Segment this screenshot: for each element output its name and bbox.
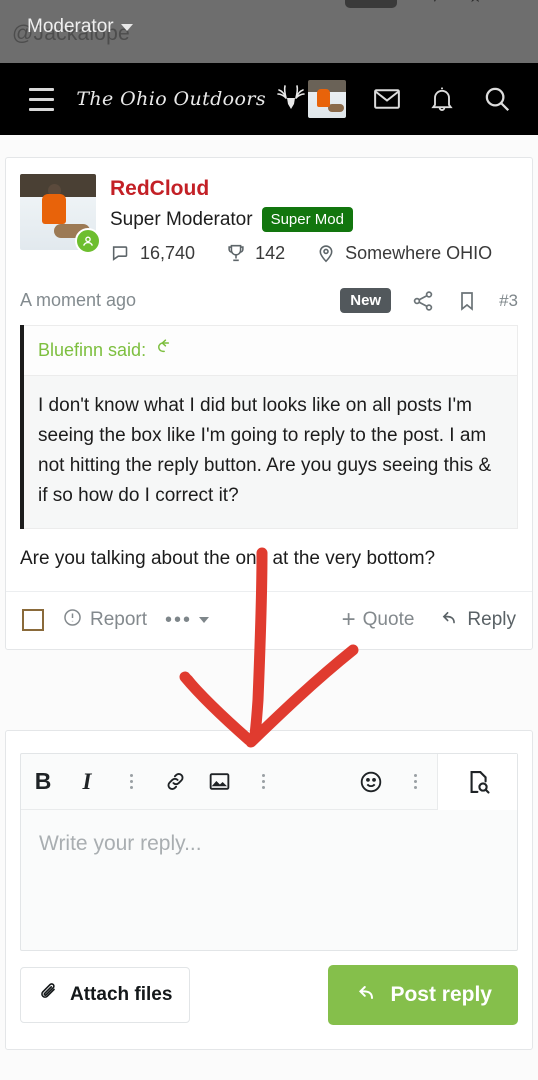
- editor-toolbar: B I: [21, 753, 517, 810]
- site-brand[interactable]: The Ohio Outdoors: [76, 82, 308, 117]
- reactions-count: 142: [255, 242, 286, 263]
- cut-off-heart-icon: ♥: [430, 0, 440, 6]
- site-brand-label: The Ohio Outdoors: [76, 88, 266, 110]
- messages-count: 16,740: [140, 242, 196, 263]
- document-preview-icon[interactable]: [437, 753, 517, 810]
- envelope-icon[interactable]: [372, 84, 402, 114]
- reply-editor: B I Write your reply...: [20, 753, 518, 951]
- post-meta-row: A moment ago New #3: [6, 274, 532, 323]
- warning-circle-icon: [62, 607, 83, 634]
- more-options-icon[interactable]: [393, 774, 437, 789]
- quote-author-label: Bluefinn said:: [38, 340, 147, 360]
- post-author-role: Super Moderator: [110, 208, 253, 230]
- plus-icon: +: [341, 606, 356, 633]
- search-icon[interactable]: [482, 84, 512, 114]
- select-post-checkbox[interactable]: [22, 609, 44, 631]
- quote-button[interactable]: + Quote: [341, 606, 415, 633]
- reply-arrow-icon: [155, 338, 175, 363]
- quote-block: Bluefinn said: I don't know what I did b…: [20, 325, 518, 529]
- cut-off-pill: [345, 0, 397, 8]
- trophy-icon: [225, 242, 247, 264]
- more-text-options-icon[interactable]: [109, 774, 153, 789]
- more-actions-button[interactable]: •••: [165, 609, 210, 631]
- comment-icon: [110, 242, 132, 264]
- quote-label: Quote: [362, 609, 415, 630]
- insert-link-button[interactable]: [153, 769, 197, 794]
- navbar-actions: [308, 80, 512, 118]
- paperclip-icon: [38, 981, 60, 1009]
- attach-files-label: Attach files: [70, 984, 173, 1005]
- quote-header[interactable]: Bluefinn said:: [24, 325, 518, 375]
- emoji-button[interactable]: [349, 769, 393, 795]
- status-badge: Super Mod: [261, 207, 353, 232]
- moderator-dropdown-label: Moderator: [27, 16, 114, 37]
- forum-thread-page: ♥ ★ ⋯ @Jackalope Moderator The Ohio Outd…: [0, 0, 538, 1080]
- bold-button[interactable]: B: [21, 768, 65, 795]
- more-insert-options-icon[interactable]: [241, 774, 285, 789]
- map-pin-icon: [315, 242, 337, 264]
- attach-files-button[interactable]: Attach files: [20, 967, 191, 1023]
- post-header: RedCloud Super Moderator Super Mod 16,74…: [6, 158, 532, 264]
- editor-actions: Attach files Post reply: [6, 951, 532, 1025]
- chevron-down-icon: [120, 23, 133, 31]
- reply-input[interactable]: Write your reply...: [21, 810, 517, 950]
- reply-label: Reply: [467, 609, 516, 630]
- post-card: RedCloud Super Moderator Super Mod 16,74…: [5, 157, 533, 650]
- post-reply-button[interactable]: Post reply: [328, 965, 518, 1025]
- cut-off-menu-icon: ⋯: [505, 0, 521, 6]
- post-number[interactable]: #3: [499, 291, 518, 311]
- reply-arrow-icon: [438, 606, 460, 634]
- post-timestamp[interactable]: A moment ago: [20, 290, 136, 311]
- reply-editor-card: B I Write your reply... Attach files Pos…: [5, 730, 533, 1050]
- more-horizontal-icon: •••: [165, 609, 193, 631]
- report-button[interactable]: Report: [62, 607, 147, 634]
- reply-arrow-icon: [354, 980, 378, 1010]
- reply-button[interactable]: Reply: [438, 606, 516, 634]
- cut-off-star-icon: ★: [468, 0, 482, 6]
- post-author-name[interactable]: RedCloud: [110, 176, 492, 202]
- post-author-meta: RedCloud Super Moderator Super Mod 16,74…: [96, 174, 492, 264]
- italic-button[interactable]: I: [65, 769, 109, 795]
- avatar[interactable]: [20, 174, 101, 254]
- bell-icon[interactable]: [428, 84, 456, 114]
- post-message-text: Are you talking about the one at the ver…: [20, 548, 436, 569]
- new-badge: New: [340, 288, 392, 313]
- insert-image-button[interactable]: [197, 769, 241, 794]
- share-icon[interactable]: [411, 289, 435, 313]
- post-reply-label: Post reply: [390, 983, 492, 1006]
- hamburger-menu-icon[interactable]: [29, 87, 55, 111]
- moderator-dropdown[interactable]: Moderator: [27, 16, 133, 38]
- author-location: Somewhere OHIO: [345, 242, 493, 263]
- deer-skull-antlers-icon: [274, 82, 308, 117]
- chevron-down-icon: [199, 617, 210, 623]
- user-avatar-icon[interactable]: [308, 80, 346, 118]
- online-status-icon: [75, 228, 101, 254]
- quote-text: I don't know what I did but looks like o…: [24, 375, 518, 529]
- site-navbar: The Ohio Outdoors: [0, 63, 538, 135]
- bookmark-icon[interactable]: [455, 289, 479, 313]
- report-label: Report: [90, 609, 148, 630]
- post-actions-bar: Report ••• + Quote Reply: [6, 591, 532, 649]
- scrolled-overlay-strip: ♥ ★ ⋯ @Jackalope Moderator: [0, 0, 538, 63]
- post-author-stats: 16,740 142 Somewhere OHIO: [110, 242, 492, 264]
